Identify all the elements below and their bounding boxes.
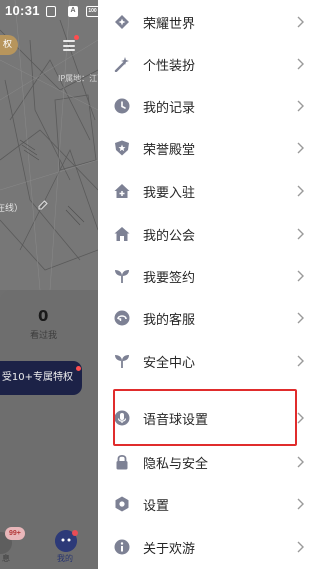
menu-item-label: 荣耀世界 <box>143 17 196 32</box>
menu-item-honor-hall[interactable]: 荣誉殿堂 <box>98 127 320 169</box>
sprout-icon <box>115 270 129 283</box>
menu-item-label: 隐私与安全 <box>143 457 209 472</box>
menu-item-customer-service[interactable]: 我的客服 <box>98 297 320 339</box>
tab-mine-label[interactable]: 我的 <box>57 553 73 564</box>
battery-icon: 100 <box>86 6 98 17</box>
menu-notification-dot <box>74 35 79 40</box>
chevron-right-icon <box>297 498 304 510</box>
status-bar-time: 10:31 <box>5 3 40 18</box>
info-icon <box>114 539 130 555</box>
chevron-right-icon <box>297 58 304 70</box>
menu-item-label: 安全中心 <box>143 356 196 371</box>
menu-item-label: 我的公会 <box>143 229 196 244</box>
menu-item-label: 个性装扮 <box>143 59 196 74</box>
privilege-notification-dot <box>76 366 81 371</box>
menu-item-label: 荣誉殿堂 <box>143 143 196 158</box>
customer-service-icon <box>114 310 130 326</box>
shield-star-icon <box>115 140 129 156</box>
edit-icon[interactable] <box>38 200 48 210</box>
chevron-right-icon <box>297 185 304 197</box>
viewed-label: 看过我 <box>30 331 58 341</box>
online-status-text: 在线） <box>0 204 24 214</box>
menu-item-settings[interactable]: 设置 <box>98 483 320 525</box>
chevron-right-icon <box>297 541 304 553</box>
menu-item-label: 我要签约 <box>143 271 196 286</box>
menu-item-honor-world[interactable]: 荣耀世界 <box>98 1 320 43</box>
menu-item-security-center[interactable]: 安全中心 <box>98 340 320 382</box>
chevron-right-icon <box>297 355 304 367</box>
menu-item-my-records[interactable]: 我的记录 <box>98 85 320 127</box>
chevron-right-icon <box>297 142 304 154</box>
menu-item-label: 我要入驻 <box>143 186 196 201</box>
menu-icon[interactable] <box>63 40 75 51</box>
menu-item-apply-contract[interactable]: 我要签约 <box>98 255 320 297</box>
chevron-right-icon <box>297 456 304 468</box>
notification-a-icon: A <box>68 6 78 17</box>
tab-mine-notification-dot <box>72 530 78 536</box>
viewed-count: 0 <box>38 307 49 325</box>
clock-icon <box>114 98 130 114</box>
highlight-box <box>113 389 297 446</box>
chevron-right-icon <box>297 100 304 112</box>
gear-icon <box>115 496 129 512</box>
menu-item-my-guild[interactable]: 我的公会 <box>98 213 320 255</box>
menu-item-about[interactable]: 关于欢游 <box>98 526 320 568</box>
menu-item-label: 我的记录 <box>143 101 196 116</box>
menu-item-label: 关于欢游 <box>143 542 196 557</box>
sim-icon <box>46 6 56 17</box>
menu-item-personal-dressup[interactable]: 个性装扮 <box>98 43 320 85</box>
privilege-button[interactable]: 受10+专属特权 <box>0 361 82 395</box>
guild-house-icon <box>114 227 130 241</box>
chevron-right-icon <box>297 412 304 424</box>
chevron-right-icon <box>297 270 304 282</box>
menu-item-label: 设置 <box>143 499 170 514</box>
chevron-right-icon <box>297 312 304 324</box>
menu-item-label: 我的客服 <box>143 313 196 328</box>
sprout-icon <box>115 355 129 368</box>
menu-item-privacy-security[interactable]: 隐私与安全 <box>98 441 320 483</box>
message-count-badge: 99+ <box>5 527 25 540</box>
magic-wand-icon <box>114 57 129 72</box>
menu-item-apply-settle[interactable]: 我要入驻 <box>98 170 320 212</box>
chevron-right-icon <box>297 228 304 240</box>
background-profile-page: 10:31 A 100 权 IP属地：江西 在线） 0 看过我 受10+专属特权… <box>0 0 98 569</box>
home-add-icon <box>114 184 130 198</box>
diamond-star-icon <box>115 15 129 29</box>
tab-messages-label[interactable]: 息 <box>2 553 10 564</box>
chevron-right-icon <box>297 16 304 28</box>
lock-icon <box>116 454 128 470</box>
ip-location-text: IP属地：江西 <box>58 74 98 83</box>
side-drawer-menu: 荣耀世界 个性装扮 我的记录 荣誉殿堂 我要入驻 我的公会 我要签约 我的客服 … <box>98 0 320 569</box>
